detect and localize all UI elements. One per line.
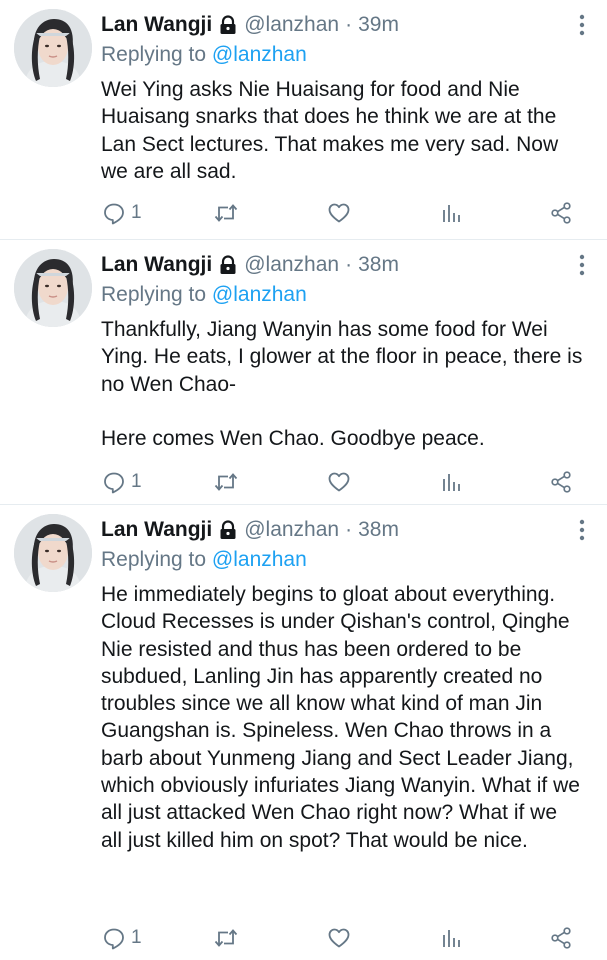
- share-icon: [551, 927, 571, 949]
- replying-to-label: Replying to: [101, 283, 212, 306]
- like-button[interactable]: [327, 925, 351, 951]
- retweet-button[interactable]: [213, 200, 239, 226]
- reply-button[interactable]: 1: [102, 200, 142, 226]
- separator: ·: [345, 518, 353, 541]
- more-vertical-icon[interactable]: [577, 519, 587, 541]
- reply-icon: [104, 928, 124, 950]
- avatar[interactable]: [14, 9, 92, 87]
- share-button[interactable]: [549, 469, 573, 495]
- lock-icon: [218, 255, 238, 275]
- heart-icon: [328, 203, 350, 223]
- tweet-header: Lan Wangji @lanzhan · 38m: [101, 250, 583, 280]
- timestamp[interactable]: 39m: [358, 13, 399, 37]
- tweet-actions: 1: [101, 200, 583, 226]
- avatar[interactable]: [14, 514, 92, 592]
- more-vertical-icon[interactable]: [577, 14, 587, 36]
- author-handle[interactable]: @lanzhan: [244, 253, 339, 277]
- retweet-icon: [214, 929, 238, 947]
- retweet-button[interactable]: [213, 925, 239, 951]
- tweet-actions: 1: [101, 469, 583, 495]
- like-button[interactable]: [327, 200, 351, 226]
- timestamp[interactable]: 38m: [358, 253, 399, 277]
- analytics-icon: [443, 474, 460, 491]
- author-handle[interactable]: @lanzhan: [244, 13, 339, 37]
- replying-to: Replying to @lanzhan: [101, 545, 583, 575]
- tweet-actions: 1: [101, 925, 583, 951]
- analytics-icon: [443, 205, 460, 222]
- analytics-button[interactable]: [439, 469, 463, 495]
- timestamp[interactable]: 38m: [358, 518, 399, 542]
- author-name[interactable]: Lan Wangji: [101, 253, 212, 277]
- replying-to-label: Replying to: [101, 43, 212, 66]
- more-vertical-icon[interactable]: [577, 254, 587, 276]
- replying-to: Replying to @lanzhan: [101, 280, 583, 310]
- lock-icon: [218, 520, 238, 540]
- tweet-text: He immediately begins to gloat about eve…: [101, 583, 586, 852]
- tweet-text: Wei Ying asks Nie Huaisang for food and …: [101, 78, 564, 183]
- reply-count: 1: [131, 471, 142, 492]
- separator: ·: [345, 13, 353, 36]
- reply-icon: [104, 472, 124, 494]
- analytics-button[interactable]: [439, 925, 463, 951]
- analytics-button[interactable]: [439, 200, 463, 226]
- replying-to-label: Replying to: [101, 548, 212, 571]
- separator: ·: [345, 253, 353, 276]
- reply-button[interactable]: 1: [102, 925, 142, 951]
- tweet[interactable]: Lan Wangji @lanzhan · 39m Replying to @l…: [0, 0, 607, 240]
- analytics-icon: [443, 930, 460, 947]
- share-button[interactable]: [549, 200, 573, 226]
- share-button[interactable]: [549, 925, 573, 951]
- retweet-icon: [214, 204, 238, 222]
- reply-count: 1: [131, 202, 142, 223]
- tweet[interactable]: Lan Wangji @lanzhan · 38m Replying to @l…: [0, 505, 607, 960]
- lock-icon: [218, 15, 238, 35]
- reply-count: 1: [131, 927, 142, 948]
- mention-link[interactable]: @lanzhan: [212, 548, 307, 571]
- avatar[interactable]: [14, 249, 92, 327]
- author-name[interactable]: Lan Wangji: [101, 518, 212, 542]
- author-name[interactable]: Lan Wangji: [101, 13, 212, 37]
- replying-to: Replying to @lanzhan: [101, 40, 583, 70]
- retweet-button[interactable]: [213, 469, 239, 495]
- heart-icon: [328, 928, 350, 948]
- mention-link[interactable]: @lanzhan: [212, 43, 307, 66]
- reply-button[interactable]: 1: [102, 469, 142, 495]
- author-handle[interactable]: @lanzhan: [244, 518, 339, 542]
- share-icon: [551, 471, 571, 493]
- share-icon: [551, 202, 571, 224]
- reply-icon: [104, 203, 124, 225]
- tweet-header: Lan Wangji @lanzhan · 39m: [101, 10, 583, 40]
- heart-icon: [328, 472, 350, 492]
- like-button[interactable]: [327, 469, 351, 495]
- tweet[interactable]: Lan Wangji @lanzhan · 38m Replying to @l…: [0, 240, 607, 505]
- retweet-icon: [214, 473, 238, 491]
- mention-link[interactable]: @lanzhan: [212, 283, 307, 306]
- tweet-text: Thankfully, Jiang Wanyin has some food f…: [101, 318, 583, 451]
- tweet-header: Lan Wangji @lanzhan · 38m: [101, 515, 583, 545]
